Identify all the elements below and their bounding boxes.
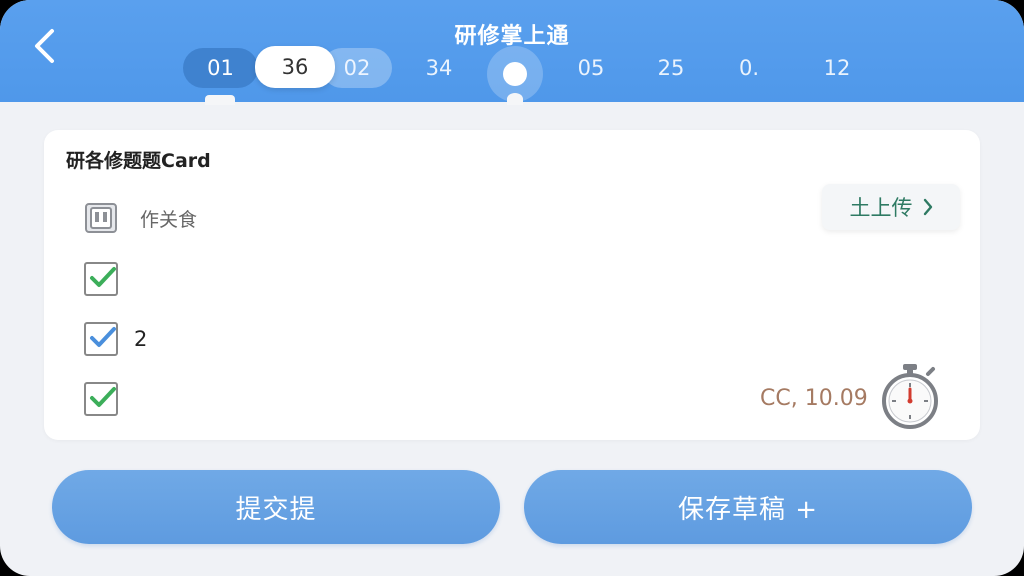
submit-button[interactable]: 提交提 [52,470,500,544]
question-nav-item-6[interactable]: 05 [562,48,620,88]
question-nav-item-8[interactable]: 0. [720,48,778,88]
current-dot-pointer [507,93,523,105]
upload-label: 土上传 [849,196,913,220]
option-checkbox-1[interactable] [84,262,118,296]
question-nav-current[interactable] [487,46,543,105]
card-title: 研各修题题Card [66,150,211,172]
option-checkbox-2[interactable] [84,322,118,356]
option-row-3[interactable] [84,382,134,416]
upload-button[interactable]: 土上传 [822,184,960,230]
checkmark-icon [90,387,116,407]
option-row-2[interactable]: 2 [84,322,147,356]
save-draft-button[interactable]: 保存草稿 + [524,470,972,544]
checkmark-icon [90,327,116,347]
question-nav-item-7[interactable]: 25 [642,48,700,88]
option-row-1[interactable] [84,262,134,296]
header-bar: 研修掌上通 01 02 36 34 05 25 0. 12 [0,0,1024,105]
question-nav-item-4[interactable]: 34 [410,48,468,88]
question-nav-item-2[interactable]: 36 [255,46,335,88]
timer-readout: CC, 10.09 [760,386,868,411]
checkmark-icon [90,267,116,287]
document-stack-icon [85,203,117,233]
option-checkbox-3[interactable] [84,382,118,416]
question-card: 研各修题题Card 作关食 土上传 2 CC, 10.09 [44,130,980,440]
attachment-row: 作关食 [84,202,197,234]
app-screen: 研修掌上通 01 02 36 34 05 25 0. 12 研各修题题Card … [0,0,1024,576]
option-label-2: 2 [134,327,148,351]
question-nav-item-1[interactable]: 01 [183,48,258,88]
chevron-right-icon [923,198,932,216]
nav-indicator-notch [205,95,235,105]
attachment-label: 作关食 [140,208,198,231]
current-dot-icon [503,62,527,86]
stopwatch-icon [882,364,938,429]
question-nav-item-9[interactable]: 12 [808,48,866,88]
